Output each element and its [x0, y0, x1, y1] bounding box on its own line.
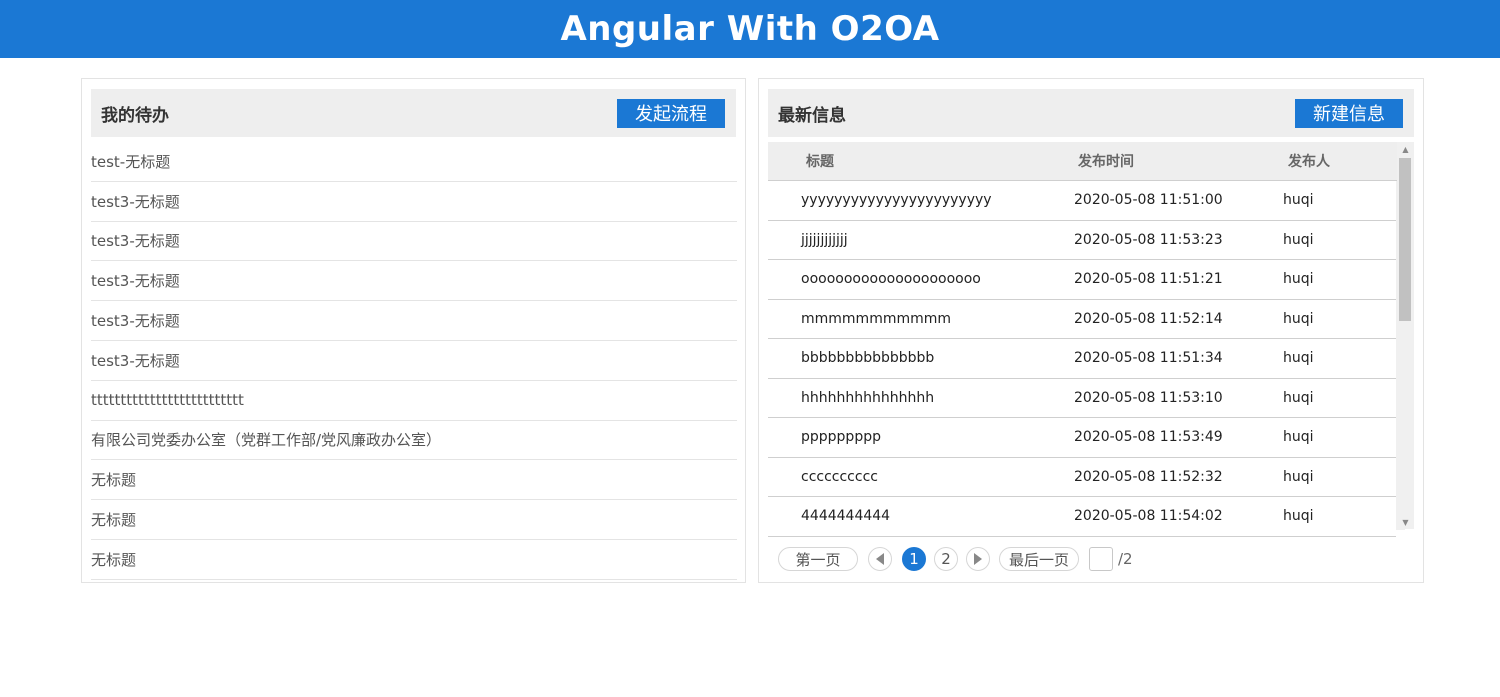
- news-table-scrollbar[interactable]: ▲ ▼: [1397, 142, 1414, 529]
- start-process-button[interactable]: 发起流程: [617, 98, 725, 128]
- cell-publish-time: 2020-05-08 11:53:49: [1074, 429, 1223, 446]
- cell-publish-time: 2020-05-08 11:51:00: [1074, 192, 1223, 209]
- cell-publisher: huqi: [1283, 429, 1314, 446]
- column-header-publish-time[interactable]: 发布时间: [1068, 151, 1273, 171]
- column-header-title[interactable]: 标题: [768, 151, 1068, 171]
- pagination: 第一页 1 2 最后一页 /2: [778, 546, 1133, 572]
- scroll-up-arrow-icon[interactable]: ▲: [1397, 142, 1414, 156]
- cell-title: yyyyyyyyyyyyyyyyyyyyyyy: [801, 192, 992, 209]
- app-header: Angular With O2OA: [0, 0, 1500, 58]
- cell-title: hhhhhhhhhhhhhhh: [801, 389, 935, 406]
- last-page-button[interactable]: 最后一页: [999, 547, 1079, 571]
- page-jump-input[interactable]: [1089, 547, 1113, 571]
- cell-publish-time: 2020-05-08 11:54:02: [1074, 508, 1223, 525]
- prev-page-button[interactable]: [868, 547, 892, 571]
- todo-item[interactable]: test-无标题: [91, 142, 737, 182]
- table-row[interactable]: mmmmmmmmmmm 2020-05-08 11:52:14 huqi: [768, 300, 1396, 339]
- cell-title: ooooooooooooooooooooo: [801, 271, 981, 288]
- todo-item[interactable]: 无标题: [91, 460, 737, 501]
- app-title: Angular With O2OA: [560, 9, 940, 49]
- news-table-header: 标题 发布时间 发布人: [768, 142, 1405, 181]
- table-row[interactable]: cccccccccc 2020-05-08 11:52:32 huqi: [768, 458, 1396, 497]
- cell-publish-time: 2020-05-08 11:52:32: [1074, 468, 1223, 485]
- news-table: 标题 发布时间 发布人 yyyyyyyyyyyyyyyyyyyyyyy 2020…: [768, 142, 1405, 537]
- todo-list: test-无标题 test3-无标题 test3-无标题 test3-无标题 t…: [91, 142, 737, 580]
- cell-publisher: huqi: [1283, 231, 1314, 248]
- cell-publish-time: 2020-05-08 11:51:34: [1074, 350, 1223, 367]
- table-row[interactable]: ooooooooooooooooooooo 2020-05-08 11:51:2…: [768, 260, 1396, 300]
- cell-publish-time: 2020-05-08 11:52:14: [1074, 310, 1223, 327]
- todo-panel: 我的待办 发起流程 test-无标题 test3-无标题 test3-无标题 t…: [81, 78, 746, 583]
- todo-item[interactable]: test3-无标题: [91, 222, 737, 262]
- cell-publisher: huqi: [1283, 350, 1314, 367]
- todo-item[interactable]: tttttttttttttttttttttttttt: [91, 381, 737, 421]
- todo-item[interactable]: 有限公司党委办公室（党群工作部/党风廉政办公室）: [91, 421, 737, 461]
- table-row[interactable]: jjjjjjjjjjjj 2020-05-08 11:53:23 huqi: [768, 221, 1396, 260]
- page-button-1[interactable]: 1: [902, 547, 926, 571]
- cell-title: ppppppppp: [801, 429, 881, 446]
- cell-title: cccccccccc: [801, 468, 878, 485]
- news-table-body: yyyyyyyyyyyyyyyyyyyyyyy 2020-05-08 11:51…: [768, 181, 1396, 537]
- news-panel-header: 最新信息 新建信息: [768, 89, 1414, 137]
- todo-item[interactable]: 无标题: [91, 540, 737, 580]
- cell-publisher: huqi: [1283, 508, 1314, 525]
- cell-publisher: huqi: [1283, 271, 1314, 288]
- todo-item[interactable]: test3-无标题: [91, 261, 737, 302]
- table-row[interactable]: hhhhhhhhhhhhhhh 2020-05-08 11:53:10 huqi: [768, 379, 1396, 418]
- cell-title: jjjjjjjjjjjj: [801, 231, 848, 248]
- total-pages: /2: [1118, 550, 1133, 568]
- table-row[interactable]: yyyyyyyyyyyyyyyyyyyyyyy 2020-05-08 11:51…: [768, 181, 1396, 221]
- new-info-button[interactable]: 新建信息: [1295, 98, 1403, 128]
- todo-item[interactable]: 无标题: [91, 500, 737, 540]
- news-panel-title: 最新信息: [778, 105, 846, 126]
- next-page-button[interactable]: [966, 547, 990, 571]
- cell-publish-time: 2020-05-08 11:53:10: [1074, 389, 1223, 406]
- cell-publisher: huqi: [1283, 389, 1314, 406]
- table-row[interactable]: ppppppppp 2020-05-08 11:53:49 huqi: [768, 418, 1396, 458]
- cell-publisher: huqi: [1283, 192, 1314, 209]
- todo-item[interactable]: test3-无标题: [91, 182, 737, 222]
- cell-publish-time: 2020-05-08 11:51:21: [1074, 271, 1223, 288]
- next-arrow-icon: [974, 553, 982, 565]
- scroll-down-arrow-icon[interactable]: ▼: [1397, 515, 1414, 529]
- cell-publisher: huqi: [1283, 310, 1314, 327]
- cell-publish-time: 2020-05-08 11:53:23: [1074, 231, 1223, 248]
- todo-panel-header: 我的待办 发起流程: [91, 89, 736, 137]
- first-page-button[interactable]: 第一页: [778, 547, 858, 571]
- cell-publisher: huqi: [1283, 468, 1314, 485]
- todo-panel-title: 我的待办: [101, 105, 169, 126]
- column-header-publisher[interactable]: 发布人: [1273, 151, 1405, 171]
- prev-arrow-icon: [876, 553, 884, 565]
- cell-title: 4444444444: [801, 508, 891, 525]
- page-button-2[interactable]: 2: [934, 547, 958, 571]
- cell-title: mmmmmmmmmmm: [801, 310, 952, 327]
- todo-item[interactable]: test3-无标题: [91, 301, 737, 341]
- cell-title: bbbbbbbbbbbbbbb: [801, 350, 935, 367]
- todo-item[interactable]: test3-无标题: [91, 341, 737, 381]
- table-row[interactable]: bbbbbbbbbbbbbbb 2020-05-08 11:51:34 huqi: [768, 339, 1396, 379]
- scrollbar-thumb[interactable]: [1399, 158, 1411, 321]
- news-panel: 最新信息 新建信息 标题 发布时间 发布人 yyyyyyyyyyyyyyyyyy…: [758, 78, 1424, 583]
- table-row[interactable]: 4444444444 2020-05-08 11:54:02 huqi: [768, 497, 1396, 537]
